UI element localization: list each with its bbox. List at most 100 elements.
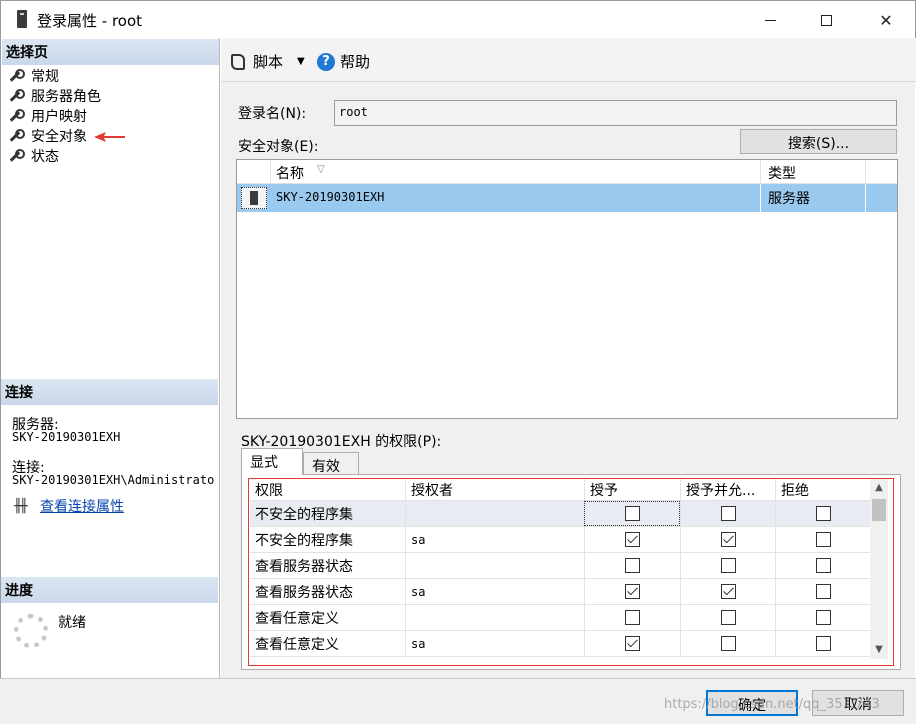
progress-status: 就绪 [58, 615, 86, 631]
search-button[interactable]: 搜索(S)... [740, 129, 897, 154]
grant-checkbox[interactable] [625, 584, 640, 599]
server-app-icon [17, 10, 27, 28]
table-row[interactable]: 查看任意定义 sa [250, 631, 870, 657]
sort-arrow-icon: ▽ [317, 164, 325, 175]
grant-checkbox[interactable] [625, 558, 640, 573]
server-value: SKY-20190301EXH [12, 430, 121, 444]
grid-header-with-grant[interactable]: 授予并允... [680, 479, 775, 500]
list-item[interactable]: SKY-20190301EXH 服务器 [237, 184, 897, 212]
permissions-tab-panel: 权限 授权者 授予 授予并允... 拒绝 不安全的程序集 不安全的程序集 sa 查看服… [241, 474, 901, 670]
deny-checkbox[interactable] [815, 636, 831, 651]
grantor-cell: sa [405, 579, 584, 604]
wrench-icon [8, 109, 25, 123]
deny-checkbox[interactable] [815, 506, 831, 521]
permission-cell: 查看服务器状态 [255, 558, 353, 575]
grant-checkbox[interactable] [624, 506, 640, 521]
page-item-user-mapping[interactable]: 用户映射 [8, 106, 101, 126]
table-row[interactable]: 不安全的程序集 sa [250, 527, 870, 553]
scroll-down-icon[interactable]: ▼ [870, 641, 888, 659]
column-header-type[interactable]: 类型 [768, 163, 796, 183]
with-grant-checkbox[interactable] [720, 558, 736, 573]
minimize-button[interactable] [747, 1, 793, 39]
grid-scrollbar[interactable]: ▲ ▼ [870, 479, 888, 659]
column-header-name[interactable]: 名称 [276, 163, 304, 183]
with-grant-checkbox-cell [680, 501, 775, 526]
close-button[interactable]: ✕ [863, 1, 909, 39]
server-icon [241, 187, 267, 209]
table-row[interactable]: 查看任意定义 [250, 605, 870, 631]
permission-cell: 查看服务器状态 [255, 584, 353, 601]
minimize-icon [764, 19, 776, 21]
securable-type: 服务器 [768, 191, 810, 207]
grid-header-grant[interactable]: 授予 [584, 479, 680, 500]
window-title: 登录属性 - root [37, 12, 143, 30]
permission-cell: 不安全的程序集 [255, 532, 353, 549]
progress-spinner-icon [14, 614, 48, 648]
with-grant-checkbox[interactable] [720, 610, 736, 625]
tab-effective[interactable]: 有效 [303, 452, 359, 475]
connection-properties-icon: ╫╫ [14, 499, 28, 514]
deny-checkbox[interactable] [815, 532, 831, 547]
grid-header-grantor[interactable]: 授权者 [405, 479, 584, 500]
dropdown-caret-icon[interactable]: ▼ [297, 56, 305, 67]
deny-checkbox[interactable] [815, 584, 831, 599]
table-row[interactable]: 查看服务器状态 sa [250, 579, 870, 605]
connection-value: SKY-20190301EXH\Administrato [12, 473, 215, 487]
page-item-label: 用户映射 [31, 109, 87, 125]
securables-label: 安全对象(E): [238, 139, 319, 155]
with-grant-checkbox-cell [680, 605, 775, 630]
grant-checkbox-cell [584, 605, 680, 630]
scroll-thumb[interactable] [872, 499, 886, 521]
grantor-cell [405, 605, 584, 630]
deny-checkbox-cell [775, 527, 870, 552]
securables-list[interactable]: 名称 ▽ 类型 SKY-20190301EXH 服务器 [236, 159, 898, 419]
with-grant-checkbox-cell [680, 553, 775, 578]
page-item-label: 状态 [31, 149, 59, 165]
scroll-up-icon[interactable]: ▲ [870, 479, 888, 497]
grant-checkbox-cell [584, 631, 680, 656]
red-arrow-annotation [94, 132, 125, 142]
deny-checkbox[interactable] [815, 558, 831, 573]
main-panel: 登录名(N): root 安全对象(E): 搜索(S)... 名称 ▽ 类型 S… [221, 82, 915, 678]
page-item-general[interactable]: 常规 [8, 66, 101, 86]
help-button[interactable]: ? 帮助 [317, 51, 370, 72]
deny-checkbox[interactable] [815, 610, 831, 625]
securable-name: SKY-20190301EXH [276, 190, 385, 204]
grant-checkbox-cell [584, 527, 680, 552]
grant-checkbox[interactable] [625, 636, 640, 651]
with-grant-checkbox[interactable] [720, 506, 736, 521]
script-button[interactable]: 脚本 ▼ [231, 51, 305, 72]
page-item-securables[interactable]: 安全对象 [8, 126, 101, 146]
permissions-grid: 权限 授权者 授予 授予并允... 拒绝 不安全的程序集 不安全的程序集 sa 查看服… [250, 479, 870, 657]
grid-header-row: 权限 授权者 授予 授予并允... 拒绝 [250, 479, 870, 501]
select-page-header: 选择页 [2, 39, 219, 65]
with-grant-checkbox[interactable] [720, 636, 736, 651]
script-icon [231, 53, 245, 70]
with-grant-checkbox[interactable] [720, 532, 736, 547]
view-connection-properties-link[interactable]: 查看连接属性 [40, 496, 124, 516]
table-row[interactable]: 查看服务器状态 [250, 553, 870, 579]
grant-checkbox-cell [584, 579, 680, 604]
page-item-status[interactable]: 状态 [8, 146, 101, 166]
with-grant-checkbox[interactable] [720, 584, 736, 599]
grid-body: 不安全的程序集 不安全的程序集 sa 查看服务器状态 查看服务器状态 sa 查看任意定义 查看… [250, 501, 870, 657]
page-list: 常规 服务器角色 用户映射 安全对象 状态 [8, 66, 101, 166]
table-row[interactable]: 不安全的程序集 [250, 501, 870, 527]
tab-explicit[interactable]: 显式 [241, 448, 303, 475]
maximize-icon [820, 14, 832, 26]
deny-checkbox-cell [775, 553, 870, 578]
page-item-label: 常规 [31, 69, 59, 85]
wrench-icon [8, 129, 25, 143]
maximize-button[interactable] [803, 1, 849, 39]
close-icon: ✕ [879, 10, 893, 30]
deny-checkbox-cell [775, 501, 870, 526]
page-item-server-roles[interactable]: 服务器角色 [8, 86, 101, 106]
deny-checkbox-cell [775, 579, 870, 604]
grant-checkbox[interactable] [625, 610, 640, 625]
grant-checkbox[interactable] [625, 532, 640, 547]
page-item-label: 服务器角色 [31, 89, 101, 105]
grid-header-permission[interactable]: 权限 [250, 479, 405, 500]
grid-header-deny[interactable]: 拒绝 [775, 479, 870, 500]
login-name-label: 登录名(N): [238, 106, 307, 122]
login-name-field[interactable]: root [334, 100, 897, 126]
